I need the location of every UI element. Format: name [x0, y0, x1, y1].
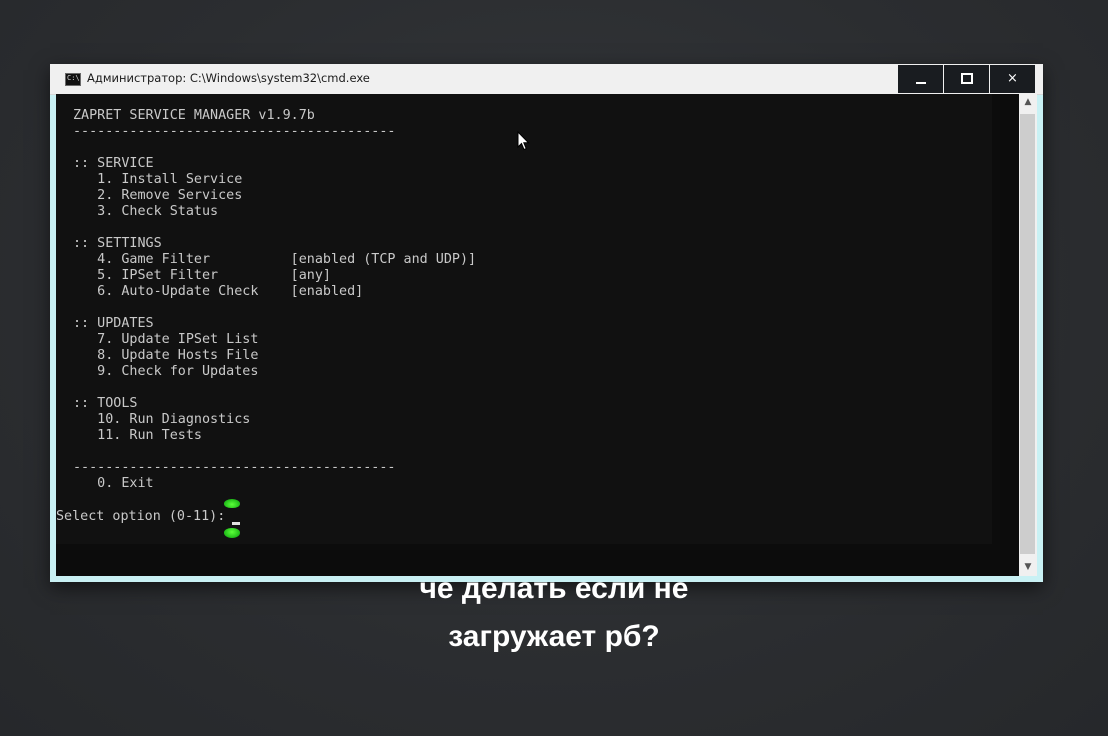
minimize-button[interactable]	[898, 65, 943, 93]
video-frame: C:\ Администратор: C:\Windows\system32\c…	[0, 0, 1108, 736]
scroll-thumb[interactable]	[1020, 114, 1035, 554]
text-cursor	[232, 522, 240, 525]
cmd-app-icon-text: C:\	[67, 74, 80, 82]
mouse-pointer-icon	[517, 131, 530, 151]
close-button[interactable]: ×	[990, 65, 1035, 93]
subtitle-line-1: че делать если не	[419, 572, 689, 605]
cmd-app-icon: C:\	[65, 73, 81, 86]
minimize-icon	[915, 81, 926, 84]
green-indicator-top-icon	[224, 499, 240, 508]
green-indicator-bottom-icon	[224, 528, 240, 538]
maximize-icon	[960, 73, 973, 84]
title-bar[interactable]: C:\ Администратор: C:\Windows\system32\c…	[50, 64, 1043, 95]
console-prompt: Select option (0-11):	[56, 509, 234, 524]
console-output: ZAPRET SERVICE MANAGER v1.9.7b ---------…	[73, 108, 477, 491]
vertical-scrollbar[interactable]: ▲ ▼	[1019, 94, 1037, 576]
maximize-button[interactable]	[944, 65, 989, 93]
cmd-window: C:\ Администратор: C:\Windows\system32\c…	[50, 64, 1043, 582]
close-icon: ×	[1007, 71, 1018, 86]
subtitle-line-2: загружает рб?	[448, 620, 660, 653]
scroll-up-button[interactable]: ▲	[1019, 94, 1037, 111]
window-title: Администратор: C:\Windows\system32\cmd.e…	[87, 71, 370, 85]
console-area[interactable]: ZAPRET SERVICE MANAGER v1.9.7b ---------…	[56, 94, 1019, 576]
